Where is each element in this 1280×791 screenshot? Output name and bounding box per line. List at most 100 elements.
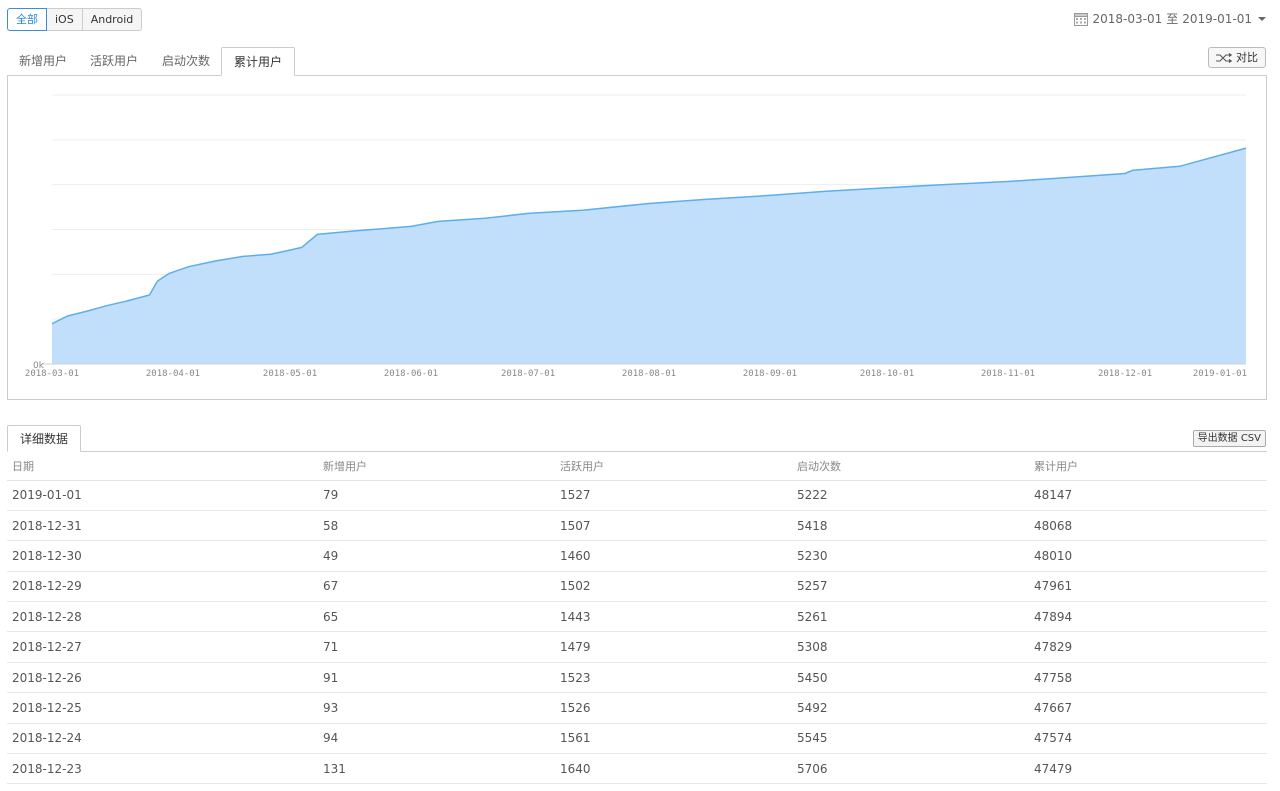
cell-launches: 5222 (792, 480, 1029, 511)
cell-new-users: 65 (318, 601, 555, 633)
column-header-launches: 启动次数 (792, 452, 1029, 481)
details-table: 日期 新增用户 活跃用户 启动次数 累计用户 2019-01-01 79 1527 5… (7, 452, 1267, 785)
cell-new-users: 93 (318, 692, 555, 724)
cell-new-users: 79 (318, 480, 555, 511)
cell-date: 2018-12-26 (7, 662, 318, 694)
x-tick-label: 2018-08-01 (622, 369, 676, 379)
series-area (52, 148, 1246, 364)
metric-tabs: 新增用户 活跃用户 启动次数 累计用户 (7, 47, 1267, 76)
cell-active-users: 1502 (555, 571, 792, 603)
cell-new-users: 58 (318, 510, 555, 542)
cell-launches: 5261 (792, 601, 1029, 633)
x-tick-label: 2018-04-01 (146, 369, 200, 379)
calendar-icon (1074, 12, 1089, 26)
cell-total-users: 47758 (1029, 662, 1267, 694)
x-tick-label: 2018-11-01 (981, 369, 1035, 379)
x-tick-label: 2018-12-01 (1098, 369, 1152, 379)
cell-launches: 5706 (792, 753, 1029, 785)
chart-panel: 0k 2018-03-01 2018-04-01 2018-05-01 2018-06-… (7, 75, 1267, 400)
cell-date: 2018-12-25 (7, 692, 318, 724)
cell-launches: 5418 (792, 510, 1029, 542)
tab-launches[interactable]: 启动次数 (150, 47, 222, 76)
column-header-new-users: 新增用户 (318, 452, 555, 481)
export-csv-button[interactable]: 导出数据 CSV (1192, 430, 1266, 447)
tab-details[interactable]: 详细数据 (7, 425, 82, 452)
cell-active-users: 1523 (555, 662, 792, 694)
chevron-down-icon (1258, 16, 1266, 21)
x-tick-label: 2019-01-01 (1193, 369, 1247, 379)
platform-android-button[interactable]: Android (81, 8, 143, 31)
cell-new-users: 131 (318, 753, 555, 785)
x-tick-label: 2018-06-01 (384, 369, 438, 379)
cell-date: 2019-01-01 (7, 480, 318, 511)
date-range-picker[interactable]: 2018-03-01 至 2019-01-01 (1074, 10, 1266, 27)
platform-selector: 全部 iOS Android (7, 8, 143, 31)
table-row: 2018-12-30 49 1460 5230 48010 (7, 540, 1267, 572)
cell-total-users: 47574 (1029, 723, 1267, 755)
date-range-separator: 至 (1166, 12, 1179, 26)
cell-launches: 5450 (792, 662, 1029, 694)
cell-launches: 5492 (792, 692, 1029, 724)
cell-total-users: 47829 (1029, 631, 1267, 663)
date-range-end: 2019-01-01 (1182, 11, 1252, 26)
cell-active-users: 1527 (555, 480, 792, 511)
cell-active-users: 1443 (555, 601, 792, 633)
detail-tabs: 详细数据 (7, 425, 1267, 452)
cell-date: 2018-12-29 (7, 571, 318, 603)
x-tick-label: 2018-09-01 (743, 369, 797, 379)
cell-date: 2018-12-23 (7, 753, 318, 785)
cell-date: 2018-12-31 (7, 510, 318, 542)
cell-active-users: 1479 (555, 631, 792, 663)
cell-new-users: 49 (318, 540, 555, 572)
table-header-row: 日期 新增用户 活跃用户 启动次数 累计用户 (7, 452, 1267, 481)
date-range-start: 2018-03-01 (1092, 11, 1163, 26)
table-row: 2018-12-24 94 1561 5545 47574 (7, 723, 1267, 755)
table-row: 2018-12-23 131 1640 5706 47479 (7, 753, 1267, 785)
platform-all-button[interactable]: 全部 (7, 8, 47, 31)
table-row: 2018-12-28 65 1443 5261 47894 (7, 601, 1267, 633)
x-tick-label: 2018-07-01 (501, 369, 555, 379)
cell-active-users: 1460 (555, 540, 792, 572)
cumulative-users-chart: 0k2018-03-01 2018-04-01 2018-05-01 2018-06-… (25, 94, 1247, 379)
table-row: 2018-12-26 91 1523 5450 47758 (7, 662, 1267, 694)
cell-new-users: 91 (318, 662, 555, 694)
compare-label: 对比 (1236, 51, 1258, 64)
cell-new-users: 94 (318, 723, 555, 755)
cell-launches: 5230 (792, 540, 1029, 572)
cell-launches: 5308 (792, 631, 1029, 663)
table-row: 2018-12-25 93 1526 5492 47667 (7, 692, 1267, 724)
cell-total-users: 47961 (1029, 571, 1267, 603)
cell-total-users: 48010 (1029, 540, 1267, 572)
table-row: 2018-12-31 58 1507 5418 48068 (7, 510, 1267, 542)
table-row: 2018-12-29 67 1502 5257 47961 (7, 571, 1267, 603)
platform-ios-button[interactable]: iOS (46, 8, 83, 31)
compare-button[interactable]: 对比 (1208, 47, 1266, 68)
cell-date: 2018-12-24 (7, 723, 318, 755)
cell-launches: 5257 (792, 571, 1029, 603)
cell-launches: 5545 (792, 723, 1029, 755)
column-header-total-users: 累计用户 (1029, 452, 1267, 481)
table-row: 2018-12-27 71 1479 5308 47829 (7, 631, 1267, 663)
cell-new-users: 71 (318, 631, 555, 663)
tab-active-users[interactable]: 活跃用户 (78, 47, 150, 76)
cell-date: 2018-12-30 (7, 540, 318, 572)
cell-total-users: 48147 (1029, 480, 1267, 511)
column-header-date: 日期 (7, 452, 318, 481)
column-header-active-users: 活跃用户 (555, 452, 792, 481)
cell-active-users: 1561 (555, 723, 792, 755)
x-tick-label: 2018-03-01 (25, 369, 79, 379)
cell-date: 2018-12-28 (7, 601, 318, 633)
x-tick-label: 2018-05-01 (263, 369, 317, 379)
cell-total-users: 47667 (1029, 692, 1267, 724)
cell-active-users: 1507 (555, 510, 792, 542)
tab-new-users[interactable]: 新增用户 (7, 47, 79, 76)
cell-total-users: 47479 (1029, 753, 1267, 785)
cell-active-users: 1526 (555, 692, 792, 724)
cell-new-users: 67 (318, 571, 555, 603)
shuffle-icon (1216, 52, 1232, 63)
tab-total-users[interactable]: 累计用户 (221, 47, 296, 76)
cell-total-users: 48068 (1029, 510, 1267, 542)
cell-active-users: 1640 (555, 753, 792, 785)
cell-date: 2018-12-27 (7, 631, 318, 663)
table-row: 2019-01-01 79 1527 5222 48147 (7, 480, 1267, 511)
